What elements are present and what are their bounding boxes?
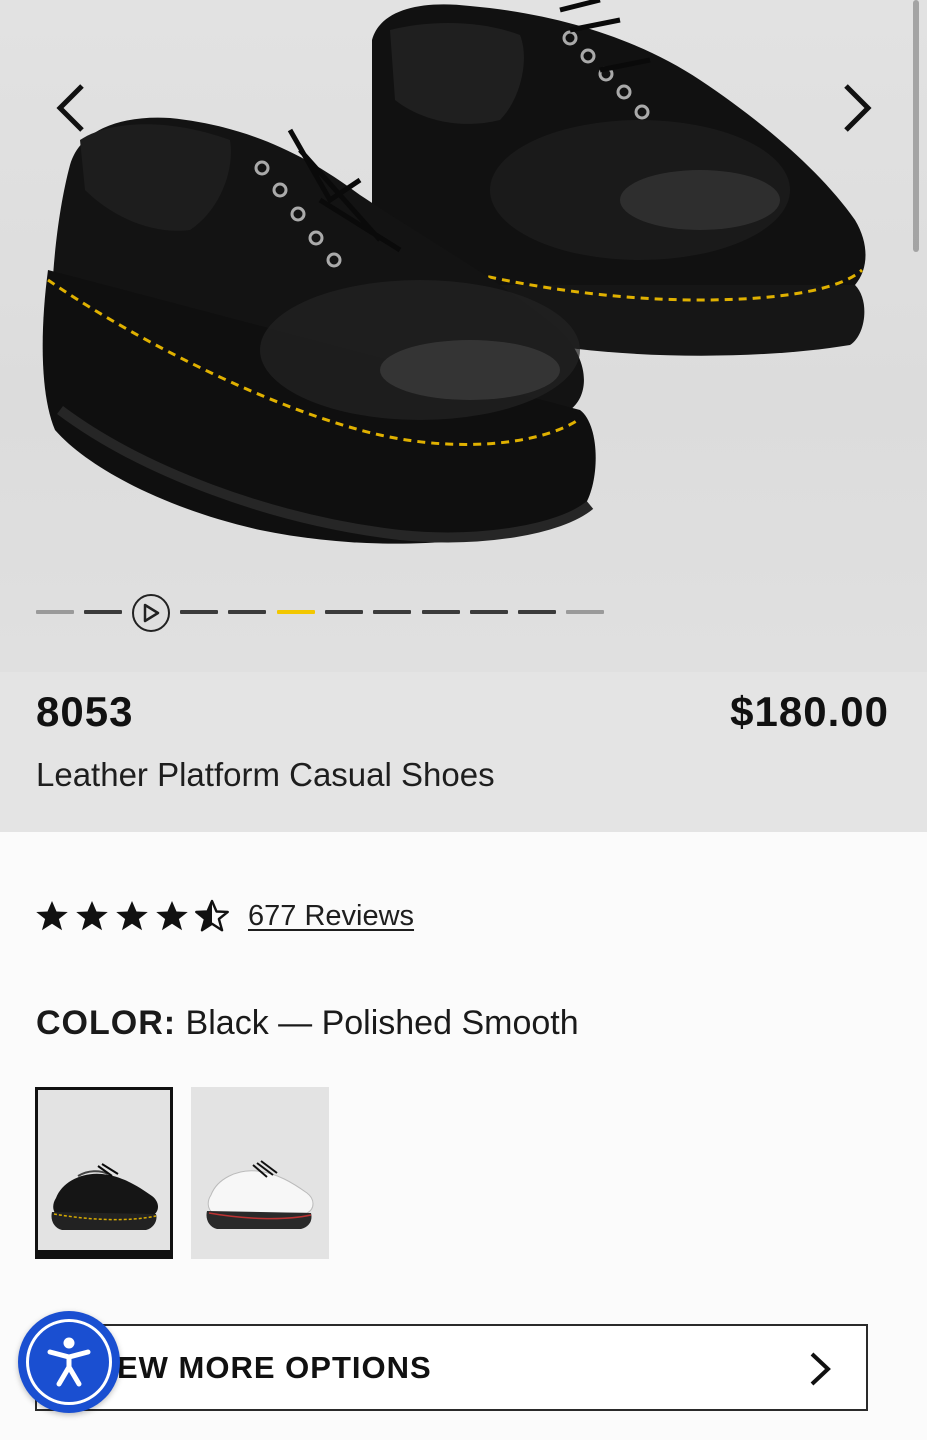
- next-image-button[interactable]: [828, 78, 888, 138]
- gallery-dot[interactable]: [36, 610, 74, 614]
- gallery-video-dot[interactable]: [132, 594, 170, 632]
- reviews-link[interactable]: 677 Reviews: [248, 900, 414, 933]
- gallery-dot[interactable]: [84, 610, 122, 614]
- star-full-icon: [156, 901, 188, 931]
- page-scrollbar[interactable]: [913, 0, 919, 252]
- gallery-dot[interactable]: [518, 610, 556, 614]
- chevron-left-icon: [56, 84, 84, 132]
- accessibility-icon: [47, 1337, 91, 1387]
- color-swatch-white[interactable]: [191, 1087, 329, 1259]
- product-image: [42, 0, 866, 544]
- gallery-pagination: [36, 592, 616, 632]
- color-label: COLOR:: [36, 1004, 177, 1042]
- gallery-dot[interactable]: [422, 610, 460, 614]
- product-price: $180.00: [730, 688, 889, 735]
- star-full-icon: [116, 901, 148, 931]
- product-sku: 8053: [36, 688, 134, 735]
- star-half-icon: [195, 899, 229, 932]
- star-full-icon: [76, 901, 108, 931]
- color-value: Black — Polished Smooth: [185, 1004, 579, 1042]
- accessibility-button[interactable]: [18, 1311, 120, 1413]
- gallery-dot-active[interactable]: [277, 610, 315, 614]
- view-more-options-button[interactable]: EW MORE OPTIONS: [35, 1324, 868, 1411]
- gallery-dot[interactable]: [373, 610, 411, 614]
- gallery-dot[interactable]: [228, 610, 266, 614]
- black-shoe-thumbnail: [51, 1163, 158, 1230]
- product-rating: 677 Reviews: [34, 898, 414, 934]
- color-swatch-black[interactable]: [35, 1087, 173, 1259]
- accessibility-ring: [26, 1319, 112, 1405]
- star-full-icon: [36, 901, 68, 931]
- white-shoe-thumbnail: [206, 1160, 314, 1229]
- gallery-dot[interactable]: [566, 610, 604, 614]
- gallery-dot[interactable]: [470, 610, 508, 614]
- chevron-right-icon: [844, 84, 872, 132]
- rating-stars: [34, 898, 230, 934]
- product-hero: 8053 $180.00 Leather Platform Casual Sho…: [0, 0, 927, 832]
- view-more-options-label: EW MORE OPTIONS: [117, 1349, 432, 1385]
- color-selection: COLOR: Black — Polished Smooth: [36, 1004, 579, 1043]
- play-icon: [143, 603, 160, 623]
- chevron-right-icon: [810, 1352, 831, 1386]
- previous-image-button[interactable]: [40, 78, 100, 138]
- product-image-gallery[interactable]: [0, 0, 927, 672]
- product-name: Leather Platform Casual Shoes: [36, 756, 495, 793]
- gallery-dot[interactable]: [325, 610, 363, 614]
- gallery-dot[interactable]: [180, 610, 218, 614]
